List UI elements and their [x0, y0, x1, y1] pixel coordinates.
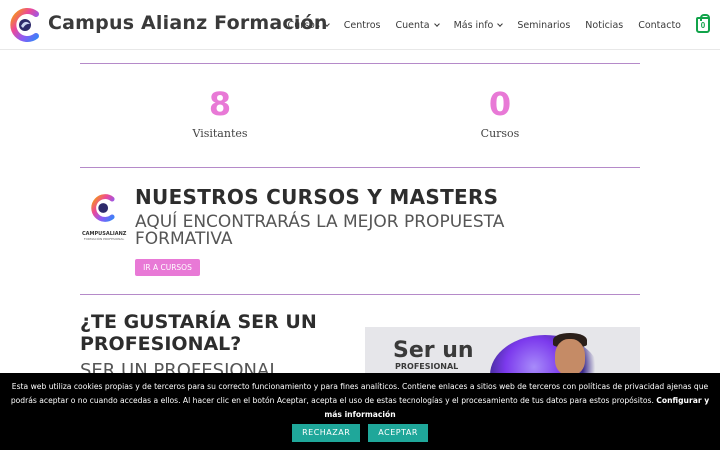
main-nav: Cursos Centros Cuenta Más info Seminario…: [273, 0, 710, 50]
nav-item-centros[interactable]: Centros: [344, 20, 381, 31]
nav-label: Cuenta: [395, 19, 430, 31]
nav-item-mas-info[interactable]: Más info: [453, 19, 504, 31]
nav-label: Más info: [453, 19, 494, 31]
site-header: Campus Alianz Formación Cursos Centros C…: [0, 0, 720, 50]
promo-headline: Ser un: [393, 338, 474, 363]
chevron-down-icon: [497, 20, 504, 27]
nav-label: Cursos: [287, 19, 320, 31]
nav-label: Contacto: [638, 19, 681, 31]
section-divider: [80, 63, 640, 64]
professional-heading: ¿TE GUSTARÍA SER UN PROFESIONAL?: [80, 311, 317, 355]
course-logo: CAMPUSALIANZ FORMACIÓN PROFESIONAL: [82, 192, 126, 248]
campus-alianz-logo: [91, 194, 115, 222]
shopping-bag-icon[interactable]: 0: [696, 14, 710, 33]
section-divider: [80, 167, 640, 168]
nav-item-contacto[interactable]: Contacto: [638, 20, 681, 31]
reject-cookies-button[interactable]: RECHAZAR: [292, 424, 361, 442]
logo-sub-text: FORMACIÓN PROFESIONAL: [83, 237, 125, 241]
stat-label: Visitantes: [192, 127, 248, 140]
stat-value: 8: [208, 85, 232, 123]
go-to-courses-button[interactable]: IR A CURSOS: [135, 259, 200, 276]
courses-heading: NUESTROS CURSOS Y MASTERS: [135, 185, 499, 209]
stat-label: Cursos: [480, 127, 520, 140]
nav-label: Seminarios: [517, 19, 571, 31]
cookie-banner: Esta web utiliza cookies propias y de te…: [0, 373, 720, 450]
section-divider: [80, 294, 640, 295]
nav-item-noticias[interactable]: Noticias: [585, 20, 623, 31]
stat-cursos: 0 Cursos: [360, 85, 640, 140]
chevron-down-icon: [323, 20, 330, 27]
courses-subheading: AQUÍ ENCONTRARÁS LA MEJOR PROPUESTA FORM…: [135, 212, 505, 249]
accept-cookies-button[interactable]: ACEPTAR: [368, 424, 428, 442]
nav-item-seminarios[interactable]: Seminarios: [517, 20, 570, 31]
chevron-down-icon: [433, 20, 440, 27]
promo-person-face: [555, 339, 585, 375]
nav-item-cuenta[interactable]: Cuenta: [395, 19, 440, 31]
nav-item-cursos[interactable]: Cursos: [287, 19, 330, 31]
cart-count: 0: [700, 20, 706, 30]
nav-label: Centros: [343, 19, 381, 31]
cookie-message: Esta web utiliza cookies propias y de te…: [10, 382, 709, 405]
cookie-buttons: RECHAZAR ACEPTAR: [0, 424, 720, 442]
stat-visitantes: 8 Visitantes: [80, 85, 360, 140]
campus-alianz-logo[interactable]: [10, 7, 42, 43]
stat-value: 0: [488, 85, 512, 123]
promo-subline: PROFESIONAL: [395, 362, 459, 371]
cookie-text: Esta web utiliza cookies propias y de te…: [0, 373, 720, 422]
nav-label: Noticias: [585, 19, 624, 31]
